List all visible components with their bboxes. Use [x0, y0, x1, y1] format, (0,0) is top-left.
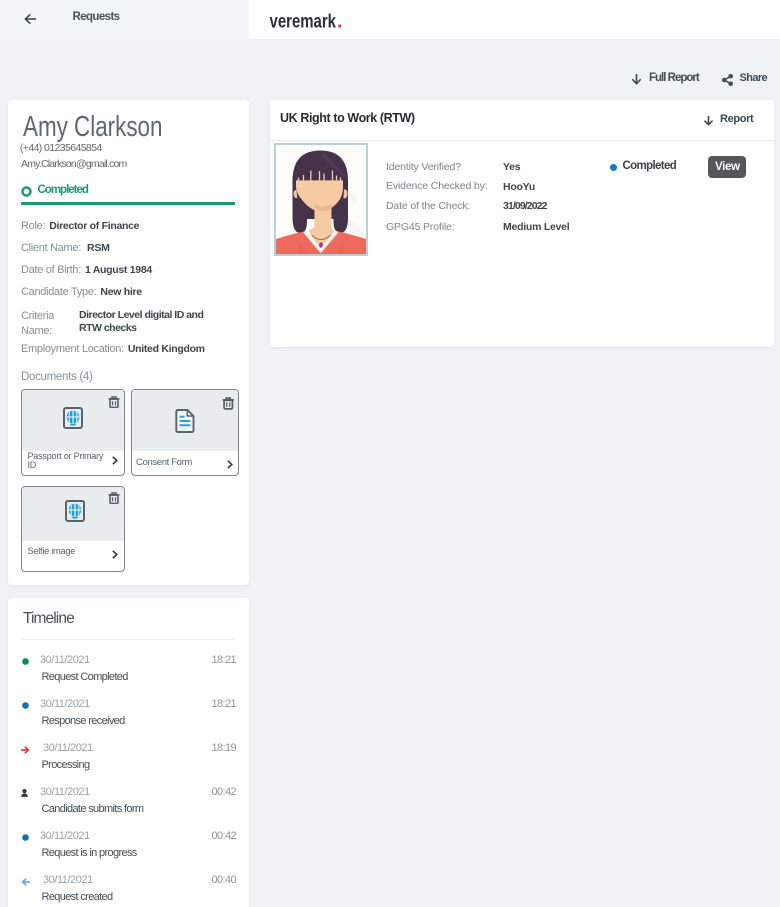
svg-text:Amy Clarkson: Amy Clarkson — [23, 111, 163, 143]
svg-text:.: . — [337, 10, 342, 32]
svg-text:veremark: veremark — [270, 10, 337, 32]
